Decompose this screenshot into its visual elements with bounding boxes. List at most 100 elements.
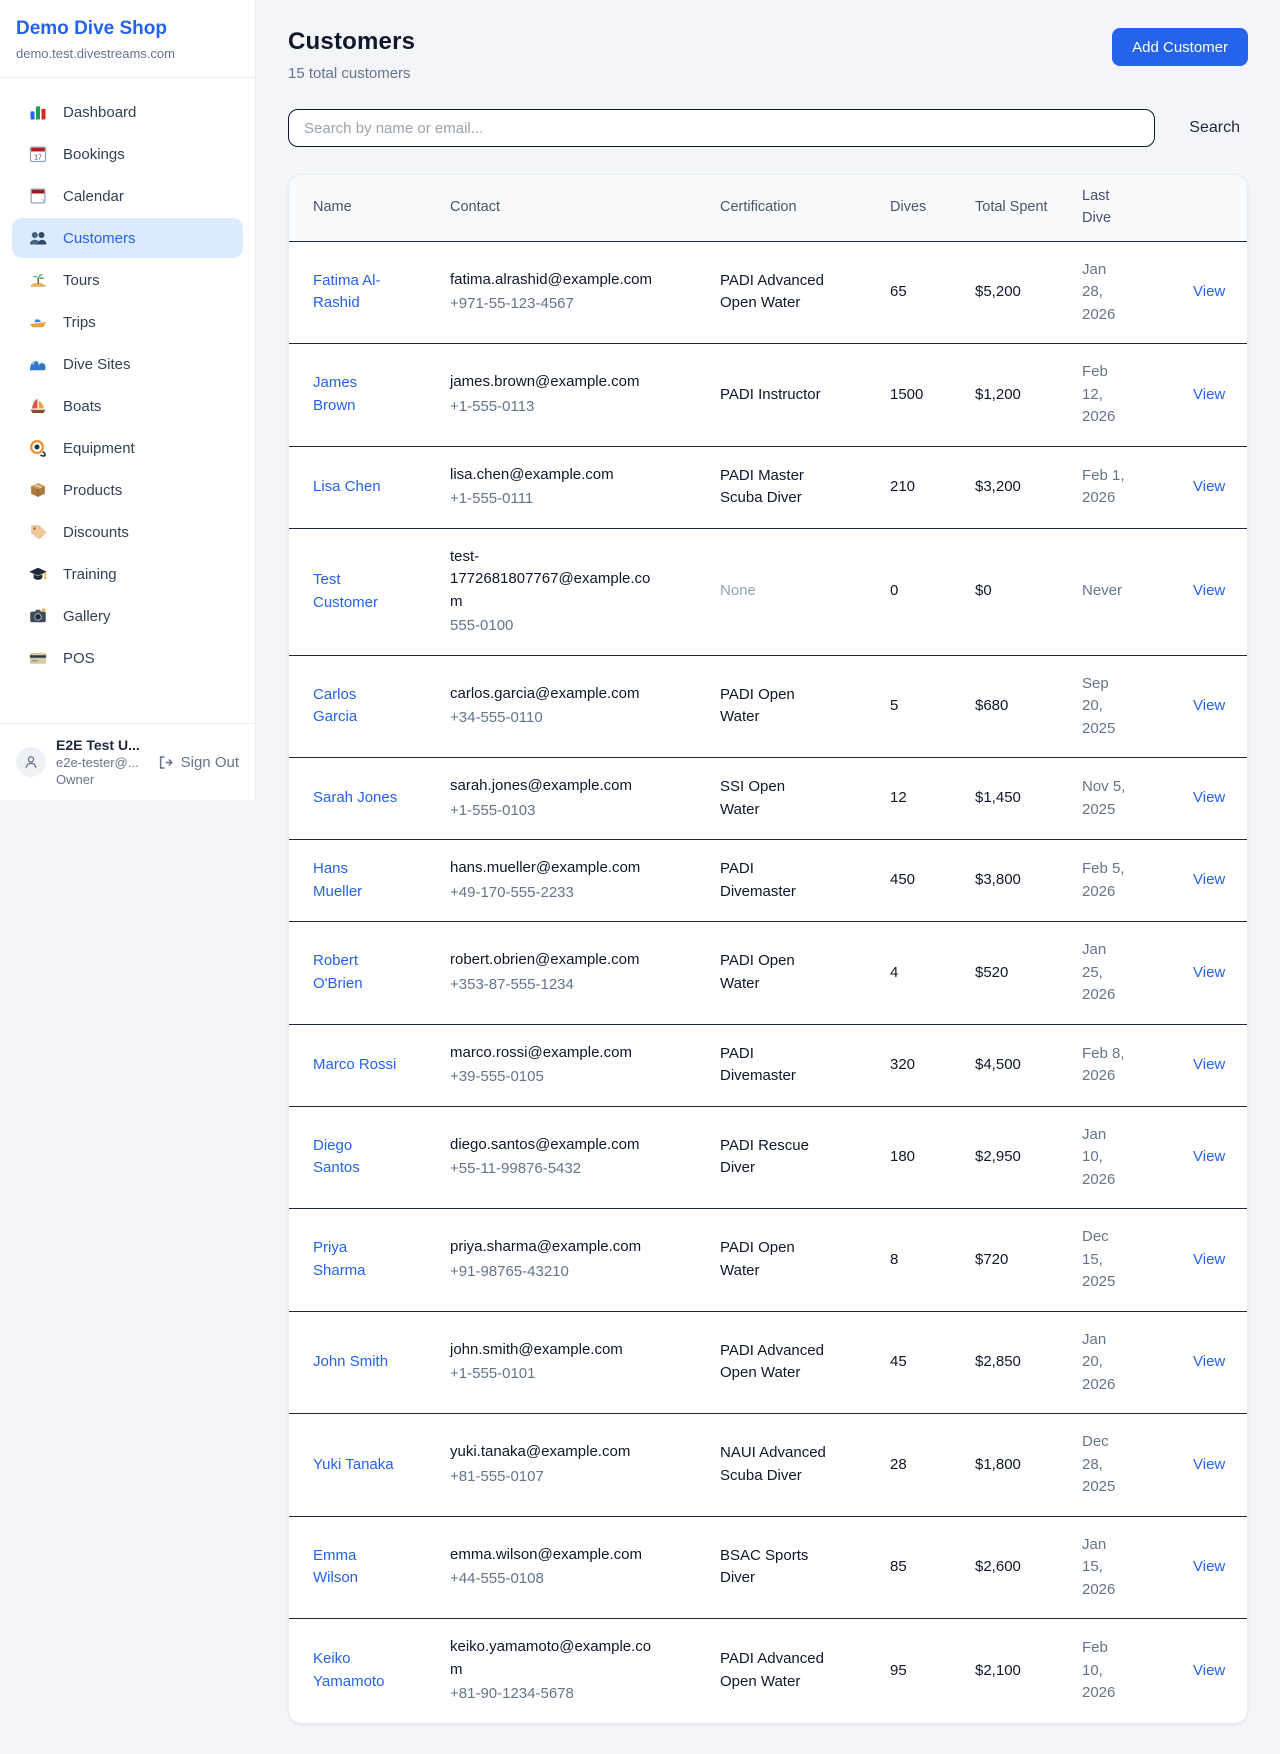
sidebar-item-trips[interactable]: Trips xyxy=(12,302,243,342)
customer-last-dive: Feb 5, 2026 xyxy=(1066,840,1171,922)
customer-phone: +81-90-1234-5678 xyxy=(450,1683,660,1706)
view-customer-link[interactable]: View xyxy=(1193,386,1225,403)
customer-name-link[interactable]: Lisa Chen xyxy=(313,478,381,495)
customer-phone: +353-87-555-1234 xyxy=(450,974,660,997)
customer-row-keiko-yamamoto: Keiko Yamamotokeiko.yamamoto@example.com… xyxy=(289,1619,1247,1723)
sidebar-item-dashboard[interactable]: Dashboard xyxy=(12,92,243,132)
customer-certification: PADI Advanced Open Water xyxy=(720,272,824,312)
sign-out-button[interactable]: Sign Out xyxy=(157,754,239,771)
sidebar-item-label: Tours xyxy=(63,272,100,289)
sidebar-item-dive-sites[interactable]: Dive Sites xyxy=(12,344,243,384)
customer-phone: +1-555-0113 xyxy=(450,396,660,419)
customer-last-dive: Jan 10, 2026 xyxy=(1066,1106,1171,1209)
customers-table: NameContactCertificationDivesTotal Spent… xyxy=(289,175,1247,1723)
graduation-cap-icon xyxy=(28,564,48,584)
sidebar-item-calendar[interactable]: Calendar xyxy=(12,176,243,216)
customer-name-link[interactable]: James Brown xyxy=(313,374,357,414)
customer-total-spent: $2,100 xyxy=(959,1619,1066,1723)
customer-last-dive: Feb 12, 2026 xyxy=(1066,344,1171,447)
column-header-actions xyxy=(1171,175,1247,241)
sidebar-item-label: Training xyxy=(63,566,117,583)
sidebar-item-tours[interactable]: Tours xyxy=(12,260,243,300)
sidebar-item-label: Bookings xyxy=(63,146,125,163)
sidebar-item-label: Products xyxy=(63,482,122,499)
sidebar-item-label: Customers xyxy=(63,230,136,247)
customer-certification: PADI Open Water xyxy=(720,686,795,726)
customer-name-link[interactable]: Emma Wilson xyxy=(313,1547,358,1587)
customer-total-spent: $3,200 xyxy=(959,446,1066,528)
sidebar-item-equipment[interactable]: Equipment xyxy=(12,428,243,468)
view-customer-link[interactable]: View xyxy=(1193,1353,1225,1370)
customer-phone: +49-170-555-2233 xyxy=(450,882,660,905)
view-customer-link[interactable]: View xyxy=(1193,1148,1225,1165)
customer-name-link[interactable]: Fatima Al-Rashid xyxy=(313,272,381,312)
sidebar-item-bookings[interactable]: 17Bookings xyxy=(12,134,243,174)
sidebar-item-training[interactable]: Training xyxy=(12,554,243,594)
column-header-contact: Contact xyxy=(434,175,704,241)
sidebar-item-discounts[interactable]: Discounts xyxy=(12,512,243,552)
customer-name-link[interactable]: Hans Mueller xyxy=(313,860,362,900)
customer-total-spent: $1,450 xyxy=(959,758,1066,840)
sidebar-item-customers[interactable]: Customers xyxy=(12,218,243,258)
customer-email: test-1772681807767@example.com xyxy=(450,546,660,614)
view-customer-link[interactable]: View xyxy=(1193,1662,1225,1679)
customer-dives: 65 xyxy=(874,241,959,344)
customer-dives: 180 xyxy=(874,1106,959,1209)
view-customer-link[interactable]: View xyxy=(1193,871,1225,888)
customer-name-link[interactable]: Marco Rossi xyxy=(313,1056,396,1073)
view-customer-link[interactable]: View xyxy=(1193,1056,1225,1073)
customer-certification: PADI Rescue Diver xyxy=(720,1137,809,1177)
customer-dives: 0 xyxy=(874,528,959,655)
customer-certification: SSI Open Water xyxy=(720,778,785,818)
search-button[interactable]: Search xyxy=(1181,119,1248,137)
view-customer-link[interactable]: View xyxy=(1193,283,1225,300)
view-customer-link[interactable]: View xyxy=(1193,789,1225,806)
customer-count: 15 total customers xyxy=(288,65,415,82)
add-customer-button[interactable]: Add Customer xyxy=(1112,28,1248,66)
shop-brand: Demo Dive Shop demo.test.divestreams.com xyxy=(0,0,255,78)
customer-phone: +1-555-0101 xyxy=(450,1363,660,1386)
customer-phone: +1-555-0111 xyxy=(450,488,660,511)
sidebar-item-label: Dashboard xyxy=(63,104,136,121)
customer-phone: +39-555-0105 xyxy=(450,1066,660,1089)
customer-email: fatima.alrashid@example.com xyxy=(450,269,660,292)
customer-name-link[interactable]: Priya Sharma xyxy=(313,1239,366,1279)
customers-table-card: NameContactCertificationDivesTotal Spent… xyxy=(288,174,1248,1724)
view-customer-link[interactable]: View xyxy=(1193,1251,1225,1268)
view-customer-link[interactable]: View xyxy=(1193,582,1225,599)
customer-row-carlos-garcia: Carlos Garciacarlos.garcia@example.com+3… xyxy=(289,655,1247,758)
sidebar-item-gallery[interactable]: Gallery xyxy=(12,596,243,636)
customer-name-link[interactable]: Keiko Yamamoto xyxy=(313,1650,384,1690)
tag-icon xyxy=(28,522,48,542)
wave-icon xyxy=(28,354,48,374)
customer-name-link[interactable]: Sarah Jones xyxy=(313,789,397,806)
view-customer-link[interactable]: View xyxy=(1193,697,1225,714)
sidebar-item-boats[interactable]: Boats xyxy=(12,386,243,426)
bar-chart-icon xyxy=(28,102,48,122)
calendar-icon xyxy=(28,186,48,206)
customer-total-spent: $1,200 xyxy=(959,344,1066,447)
table-header-row: NameContactCertificationDivesTotal Spent… xyxy=(289,175,1247,241)
dive-mask-icon xyxy=(28,438,48,458)
customer-name-link[interactable]: Robert O'Brien xyxy=(313,952,363,992)
customer-row-yuki-tanaka: Yuki Tanakayuki.tanaka@example.com+81-55… xyxy=(289,1414,1247,1517)
sidebar-item-pos[interactable]: POS xyxy=(12,638,243,678)
search-input[interactable] xyxy=(288,109,1155,147)
island-icon xyxy=(28,270,48,290)
customer-name-link[interactable]: Yuki Tanaka xyxy=(313,1456,394,1473)
customer-last-dive: Feb 8, 2026 xyxy=(1066,1024,1171,1106)
view-customer-link[interactable]: View xyxy=(1193,478,1225,495)
view-customer-link[interactable]: View xyxy=(1193,1558,1225,1575)
customer-dives: 28 xyxy=(874,1414,959,1517)
column-header-last-dive: Last Dive xyxy=(1066,175,1171,241)
customer-name-link[interactable]: John Smith xyxy=(313,1353,388,1370)
customer-name-link[interactable]: Test Customer xyxy=(313,571,378,611)
customer-name-link[interactable]: Diego Santos xyxy=(313,1137,360,1177)
view-customer-link[interactable]: View xyxy=(1193,1456,1225,1473)
sidebar-item-products[interactable]: Products xyxy=(12,470,243,510)
customer-row-priya-sharma: Priya Sharmapriya.sharma@example.com+91-… xyxy=(289,1209,1247,1312)
view-customer-link[interactable]: View xyxy=(1193,964,1225,981)
people-icon xyxy=(28,228,48,248)
column-header-dives: Dives xyxy=(874,175,959,241)
customer-name-link[interactable]: Carlos Garcia xyxy=(313,686,357,726)
